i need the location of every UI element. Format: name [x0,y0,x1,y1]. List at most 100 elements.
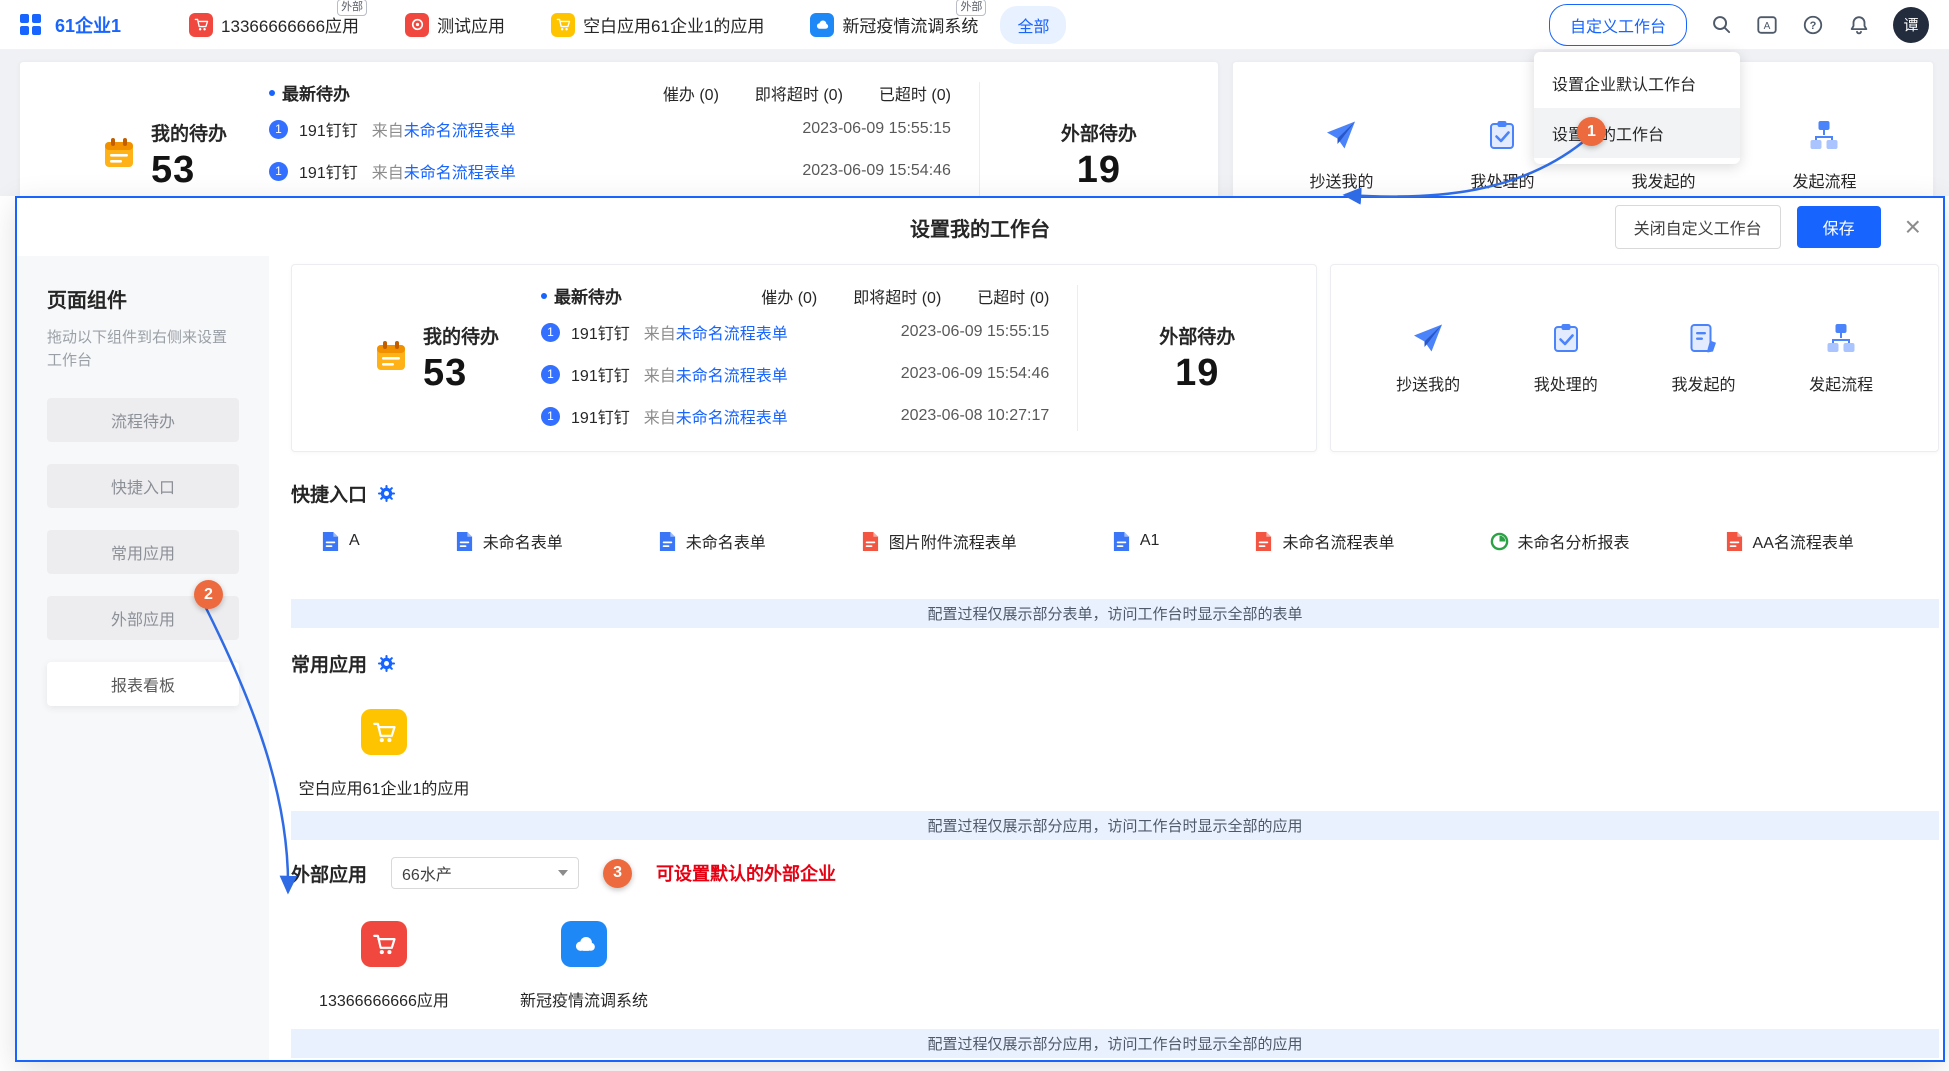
count-badge: 1 [541,365,560,384]
form-link[interactable]: 未命名流程表单 [404,159,516,183]
urge-filter[interactable]: 催办 (0) [663,81,719,105]
tab-app-1[interactable]: 13366666666应用 外部 [189,12,359,37]
all-apps-button[interactable]: 全部 [1000,6,1066,44]
count-badge: 1 [269,162,288,181]
menu-item-set-my-workbench[interactable]: 设置我的工作台 [1534,108,1740,158]
external-todo-block[interactable]: 外部待办 19 [980,78,1218,196]
send-icon [1411,321,1445,360]
todo-row[interactable]: 1 191钉钉 来自 未命名流程表单 2023-06-09 15:55:15 [541,320,1077,344]
todo-row[interactable]: 1 191钉钉 来自 未命名流程表单 2023-06-09 15:54:46 [541,362,1077,386]
sidebar-description: 拖动以下组件到右侧来设置工作台 [47,327,239,372]
svg-text:?: ? [1810,20,1817,32]
soon-overtime-filter[interactable]: 即将超时 (0) [755,81,843,105]
todo-card: 我的待办 53 最新待办 催办 (0) 即将超时 (0) 已超时 (0) 1 1… [19,61,1219,196]
tab-label: 13366666666应用 [221,12,359,37]
common-apps-title: 常用应用 [291,650,367,677]
my-todo-count: 53 [423,352,499,395]
overdue-filter[interactable]: 已超时 (0) [879,81,951,105]
translate-icon[interactable]: A [1755,13,1779,37]
topbar-right: 自定义工作台 A ? 谭 [1549,4,1929,46]
app-tile[interactable]: 13366666666应用 [299,921,469,1011]
start-flow-action[interactable]: 发起流程 [1792,118,1856,192]
clipboard-check-icon [1485,118,1519,157]
tab-app-4[interactable]: 新冠疫情流调系统 外部 [810,12,978,37]
component-common-apps[interactable]: 常用应用 [47,530,239,574]
gear-icon[interactable] [377,654,396,673]
customize-workbench-button[interactable]: 自定义工作台 [1549,4,1687,46]
form-link[interactable]: 未命名流程表单 [676,362,788,386]
todo-row[interactable]: 1 191钉钉 来自 未命名流程表单 2023-06-08 10:27:17 [541,404,1077,428]
form-icon [861,531,880,552]
annotation-badge-2: 2 [194,580,223,609]
my-todo-label: 我的待办 [423,322,499,349]
tab-app-3[interactable]: 空白应用61企业1的应用 [551,12,764,37]
avatar[interactable]: 谭 [1893,7,1929,43]
cloud-app-icon [561,921,607,967]
save-button[interactable]: 保存 [1797,206,1881,248]
form-icon [321,531,340,552]
quick-entry-item[interactable]: 未命名流程表单 [1254,529,1394,553]
form-link[interactable]: 未命名流程表单 [676,404,788,428]
start-flow-action[interactable]: 发起流程 [1809,321,1873,395]
todo-card: 我的待办 53 最新待办 催办 (0) 即将超时 (0) 已超时 (0) [291,264,1317,452]
cart-app-icon [361,921,407,967]
external-company-select[interactable]: 66水产 [391,857,579,889]
component-flow-todo[interactable]: 流程待办 [47,398,239,442]
quick-entry-item[interactable]: 未命名表单 [455,529,563,553]
external-todo-block[interactable]: 外部待办 19 [1078,281,1316,435]
quick-entry-item[interactable]: 未命名表单 [658,529,766,553]
urge-filter[interactable]: 催办 (0) [761,284,817,308]
search-icon[interactable] [1709,13,1733,37]
bell-icon[interactable] [1847,13,1871,37]
quick-entry-item[interactable]: A1 [1112,531,1160,552]
menu-item-set-enterprise-default[interactable]: 设置企业默认工作台 [1534,58,1740,108]
todo-row[interactable]: 1 191钉钉 来自 未命名流程表单 2023-06-09 15:54:46 [269,159,979,183]
close-custom-workbench-button[interactable]: 关闭自定义工作台 [1615,205,1781,249]
quick-entry-item[interactable]: AA名流程表单 [1725,529,1854,553]
cart-app-icon [189,13,213,37]
gear-icon[interactable] [377,484,396,503]
tab-app-2[interactable]: 测试应用 [405,12,505,37]
external-badge: 外部 [956,0,986,16]
workspace-name[interactable]: 61企业1 [55,12,121,38]
latest-todo-list: 最新待办 催办 (0) 即将超时 (0) 已超时 (0) 1 191钉钉 来自 … [269,78,979,196]
initiated-by-me-action[interactable]: 我发起的 [1671,321,1735,395]
latest-todo-label: 最新待办 [541,283,622,308]
handled-by-me-action[interactable]: 我处理的 [1534,321,1598,395]
form-icon [455,531,474,552]
my-todo-block[interactable]: 我的待办 53 [292,281,541,435]
page: 61企业1 13366666666应用 外部 测试应用 空白应用61企业1的应用 [0,0,1949,1071]
quick-entry-item[interactable]: A [321,531,360,552]
count-badge: 1 [541,323,560,342]
soon-overtime-filter[interactable]: 即将超时 (0) [853,284,941,308]
calendar-icon [102,136,136,175]
svg-text:A: A [1764,21,1771,32]
external-badge: 外部 [337,0,367,16]
form-link[interactable]: 未命名流程表单 [676,320,788,344]
my-todo-count: 53 [151,149,227,192]
todo-row[interactable]: 1 191钉钉 来自 未命名流程表单 2023-06-09 15:55:15 [269,117,979,141]
my-todo-block[interactable]: 我的待办 53 [20,78,269,196]
overdue-filter[interactable]: 已超时 (0) [977,284,1049,308]
help-icon[interactable]: ? [1801,13,1825,37]
apps-grid-icon[interactable] [20,14,41,35]
document-edit-icon [1686,321,1720,360]
quick-entry-title: 快捷入口 [291,480,367,507]
component-quick-entry[interactable]: 快捷入口 [47,464,239,508]
external-apps-section: 外部应用 66水产 3 可设置默认的外部企业 13 [291,857,1939,1058]
workbench-preview: 我的待办 53 最新待办 催办 (0) 即将超时 (0) 已超时 (0) [269,256,1943,1060]
app-tile[interactable]: 空白应用61企业1的应用 [299,709,469,799]
form-link[interactable]: 未命名流程表单 [404,117,516,141]
component-report-board[interactable]: 报表看板 [47,662,239,706]
app-tile[interactable]: 新冠疫情流调系统 [499,921,669,1011]
cc-to-me-action[interactable]: 抄送我的 [1396,321,1460,395]
handled-by-me-action[interactable]: 我处理的 [1470,118,1534,192]
quick-entry-item[interactable]: 未命名分析报表 [1490,529,1630,553]
quick-entry-item[interactable]: 图片附件流程表单 [861,529,1017,553]
topbar: 61企业1 13366666666应用 外部 测试应用 空白应用61企业1的应用 [0,0,1949,50]
cc-to-me-action[interactable]: 抄送我的 [1309,118,1373,192]
flow-icon [1824,321,1858,360]
workbench-dropdown-menu: 设置企业默认工作台 设置我的工作台 [1534,52,1740,164]
tab-label: 空白应用61企业1的应用 [583,12,764,37]
close-icon[interactable]: × [1905,213,1921,241]
